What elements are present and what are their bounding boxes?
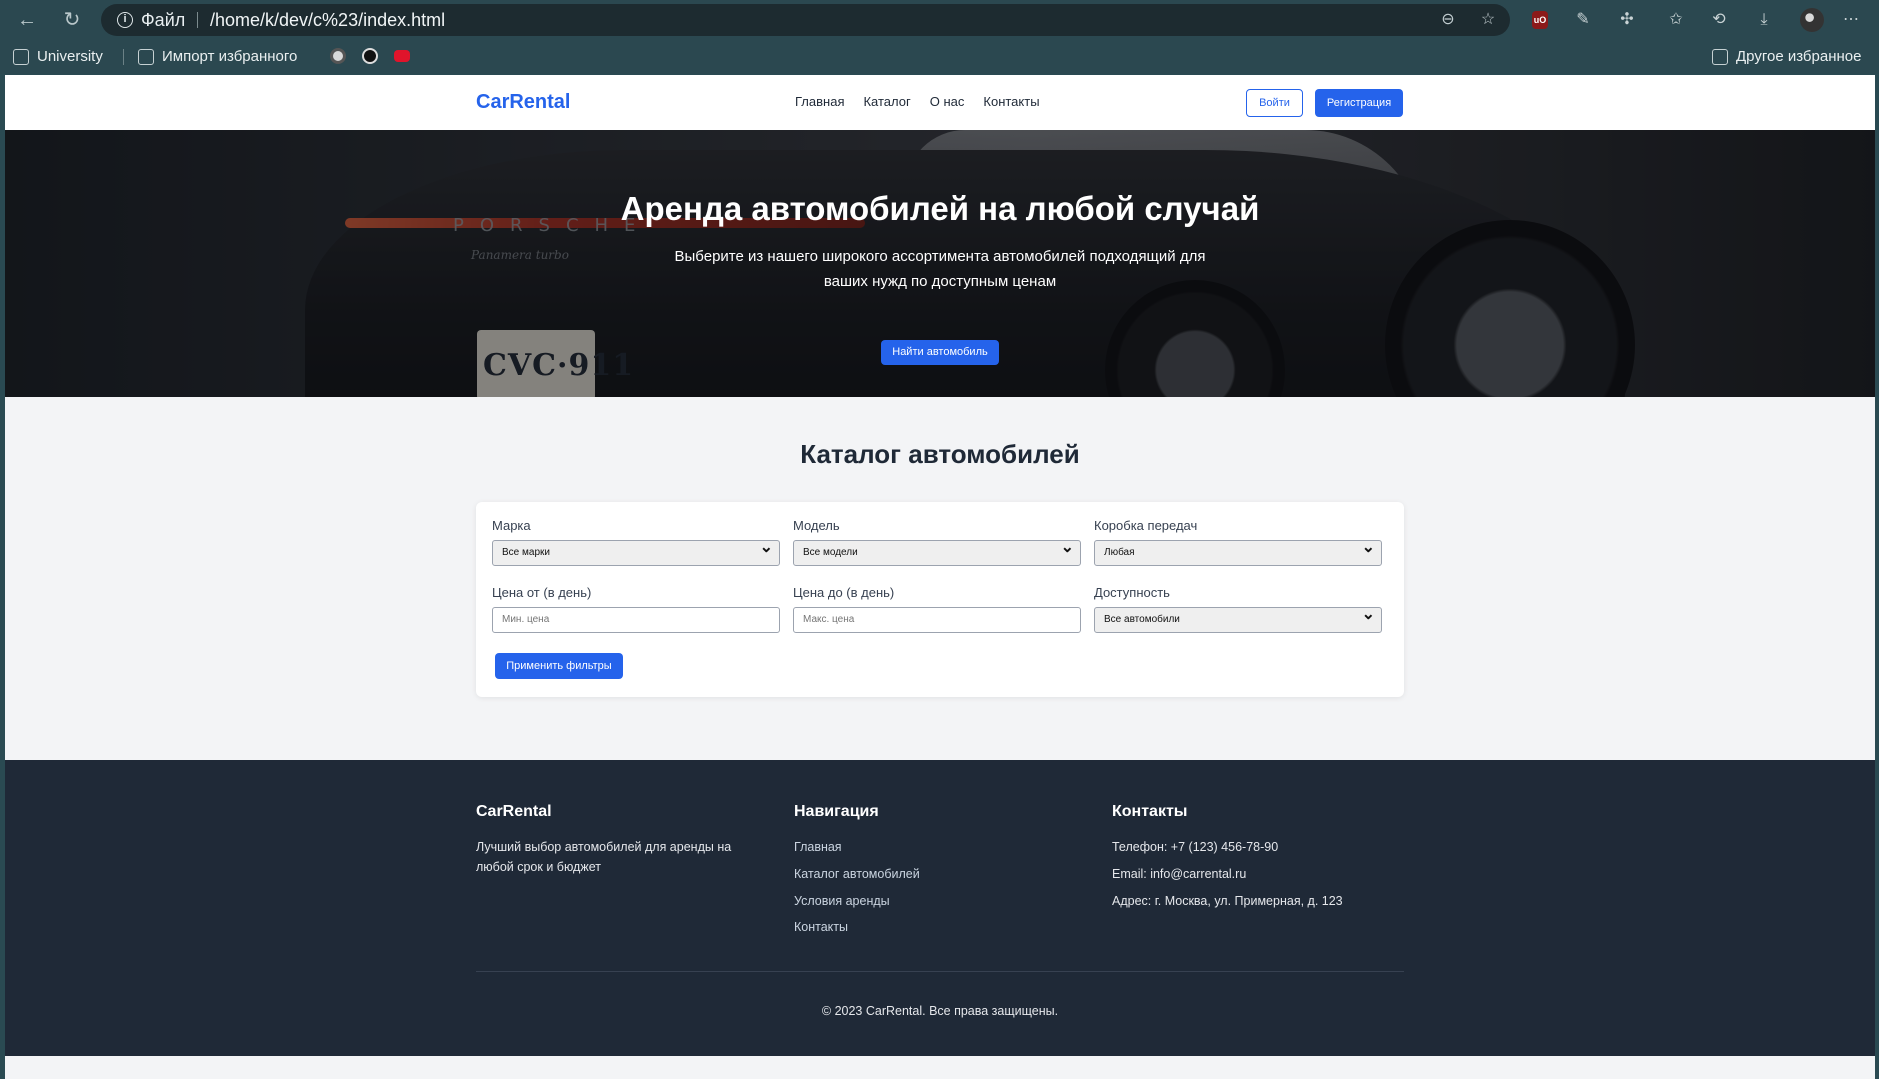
- folder-icon: [1712, 48, 1728, 65]
- bookmark-page-icon: [13, 48, 29, 65]
- site-footer: CarRental Лучший выбор автомобилей для а…: [5, 760, 1875, 1056]
- gearbox-label: Коробка передач: [1094, 518, 1198, 533]
- ublock-extension-icon[interactable]: uO: [1532, 11, 1548, 29]
- bookmark-other-folder[interactable]: Другое избранное: [1712, 48, 1861, 65]
- find-car-button[interactable]: Найти автомобиль: [881, 340, 999, 365]
- extensions-puzzle-icon[interactable]: ✣: [1616, 9, 1638, 31]
- footer-divider: [476, 971, 1404, 972]
- price-to-label: Цена до (в день): [793, 585, 895, 600]
- availability-label: Доступность: [1094, 585, 1170, 600]
- bookmarks-bar: University Импорт избранного Другое избр…: [0, 40, 1879, 74]
- profile-avatar[interactable]: [1800, 8, 1824, 32]
- page-viewport: CarRental Главная Каталог О нас Контакты…: [5, 75, 1875, 1079]
- catalog-title: Каталог автомобилей: [800, 439, 1080, 469]
- favorite-star-icon[interactable]: ☆: [1478, 10, 1498, 30]
- favorites-list-icon[interactable]: ✩: [1665, 9, 1687, 31]
- footer-phone: Телефон: +7 (123) 456-78-90: [1112, 840, 1279, 854]
- address-divider: [197, 12, 198, 28]
- nav-home[interactable]: Главная: [795, 94, 844, 109]
- bookmark-import-label: Импорт избранного: [162, 48, 298, 65]
- nav-catalog[interactable]: Каталог: [863, 94, 910, 109]
- price-from-label: Цена от (в день): [492, 585, 592, 600]
- footer-copyright: © 2023 CarRental. Все права защищены.: [821, 1004, 1059, 1018]
- model-select[interactable]: Все модели: [793, 536, 1081, 566]
- back-arrow-icon[interactable]: ←: [15, 8, 39, 32]
- footer-link-home[interactable]: Главная: [794, 840, 842, 854]
- footer-link-contacts[interactable]: Контакты: [794, 920, 848, 934]
- downloads-icon[interactable]: ⤓: [1753, 9, 1775, 31]
- hero-title: Аренда автомобилей на любой случай: [620, 190, 1260, 227]
- footer-email: Email: info@carrental.ru: [1112, 867, 1247, 881]
- nav-about[interactable]: О нас: [930, 94, 965, 109]
- zoom-out-icon[interactable]: ⊖: [1438, 10, 1458, 30]
- bookmark-university[interactable]: University: [13, 48, 103, 65]
- bookmark-university-label: University: [37, 48, 103, 65]
- nav-contacts[interactable]: Контакты: [983, 94, 1039, 109]
- history-icon[interactable]: ⟲: [1708, 9, 1730, 31]
- bookmark-favicon-1[interactable]: [330, 48, 346, 64]
- import-icon: [138, 48, 154, 65]
- apply-filters-button[interactable]: Применить фильтры: [495, 653, 623, 679]
- brand-label: Марка: [492, 518, 531, 533]
- footer-address: Адрес: г. Москва, ул. Примерная, д. 123: [1112, 894, 1343, 908]
- bookmark-import[interactable]: Импорт избранного: [138, 48, 297, 65]
- extension-icon[interactable]: ✎: [1572, 9, 1594, 31]
- price-from-input[interactable]: Мин. цена: [492, 607, 780, 633]
- main-nav: Главная Каталог О нас Контакты: [795, 94, 1040, 109]
- browser-toolbar: ← ↻ i Файл /home/k/dev/c%23/index.html ⊖…: [0, 0, 1879, 40]
- site-header: CarRental Главная Каталог О нас Контакты…: [5, 75, 1875, 130]
- hero-section: PORSCHE Panamera turbo CVC·911 Аренда ав…: [5, 130, 1875, 397]
- price-to-input[interactable]: Макс. цена: [793, 607, 1081, 633]
- footer-link-catalog[interactable]: Каталог автомобилей: [794, 867, 920, 881]
- model-label: Модель: [793, 518, 840, 533]
- hero-subtitle: Выберите из нашего широкого ассортимента…: [674, 248, 1206, 290]
- login-button[interactable]: Войти: [1246, 89, 1303, 117]
- availability-select[interactable]: Все автомобили: [1094, 603, 1382, 633]
- address-bar[interactable]: i Файл /home/k/dev/c%23/index.html ⊖ ☆: [101, 4, 1510, 36]
- bookmark-other-label: Другое избранное: [1736, 48, 1862, 65]
- youtube-icon[interactable]: [394, 50, 410, 62]
- bookmarks-divider: [123, 49, 124, 65]
- footer-about-text: Лучший выбор автомобилей для аренды на л…: [476, 840, 732, 874]
- bookmark-favicon-2[interactable]: [362, 48, 378, 64]
- site-logo[interactable]: CarRental: [476, 91, 570, 114]
- address-url[interactable]: /home/k/dev/c%23/index.html: [210, 10, 445, 31]
- footer-nav-title: Навигация: [794, 803, 879, 820]
- footer-contacts-title: Контакты: [1112, 803, 1188, 820]
- info-icon[interactable]: i: [117, 12, 133, 28]
- more-menu-icon[interactable]: ⋯: [1840, 9, 1862, 31]
- filter-panel: Марка Все марки Модель Все модели Коробк…: [476, 502, 1404, 697]
- address-file-label: Файл: [141, 10, 186, 30]
- register-button[interactable]: Регистрация: [1315, 89, 1403, 117]
- brand-select[interactable]: Все марки: [492, 536, 780, 566]
- gearbox-select[interactable]: Любая: [1094, 536, 1382, 566]
- footer-link-terms[interactable]: Условия аренды: [794, 894, 890, 908]
- reload-icon[interactable]: ↻: [60, 8, 84, 32]
- footer-about-title: CarRental: [476, 803, 552, 820]
